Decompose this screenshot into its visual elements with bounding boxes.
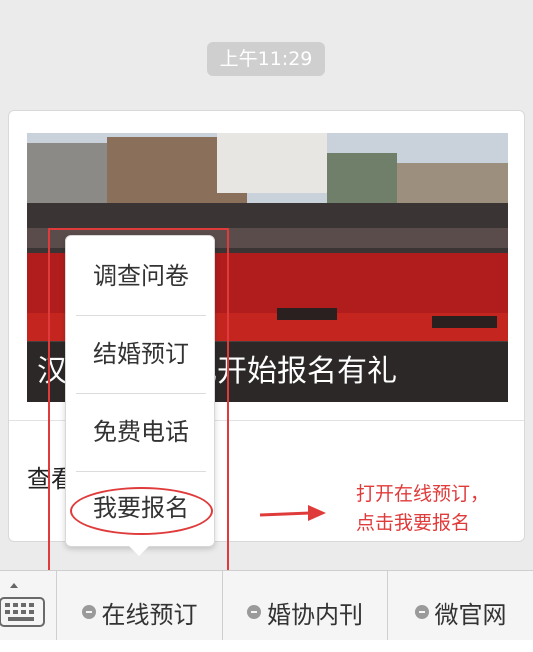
annotation-arrow-icon	[259, 505, 326, 521]
message-timestamp: 上午11:29	[207, 42, 325, 76]
tab-label: 在线预订	[101, 600, 198, 629]
submenu-dot-icon	[414, 605, 429, 619]
annotation-line-2: 点击我要报名	[356, 512, 471, 534]
annotation-line-1: 打开在线预订，	[356, 483, 490, 505]
submenu-dot-icon	[247, 605, 261, 619]
annotation-text: 打开在线预订， 点击我要报名	[356, 480, 526, 538]
tab-label: 婚协内刊	[267, 600, 363, 629]
highlight-ellipse	[70, 487, 213, 535]
tab-label: 微官网	[434, 600, 507, 629]
bottom-strip	[0, 640, 533, 652]
submenu-dot-icon	[81, 605, 96, 619]
